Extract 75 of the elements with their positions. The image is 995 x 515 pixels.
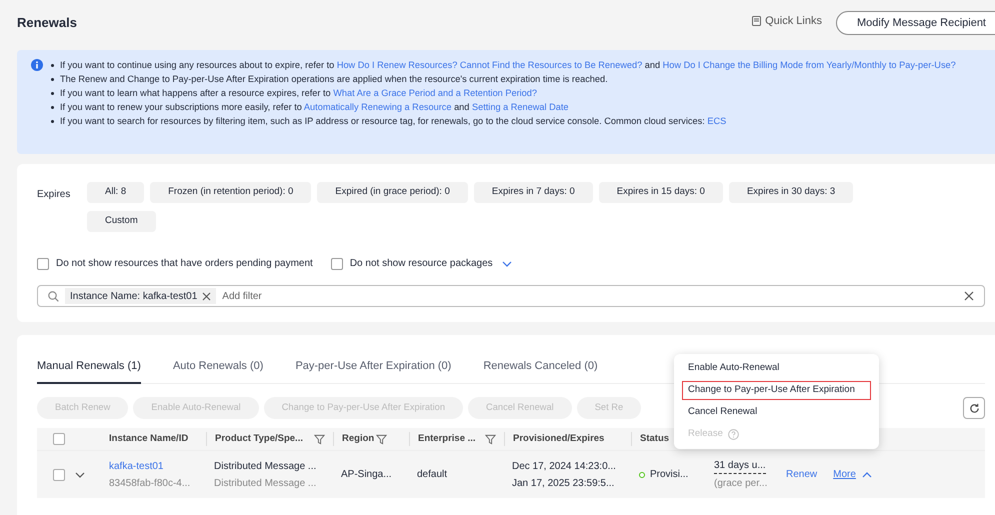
instance-id: 83458fab-f80c-4... bbox=[109, 476, 192, 490]
filter-icon bbox=[314, 434, 325, 444]
tab[interactable]: Auto Renewals (0) bbox=[172, 351, 264, 384]
filter-chip[interactable]: Custom bbox=[87, 211, 156, 232]
filter-chip[interactable]: Frozen (in retention period): 0 bbox=[150, 182, 312, 203]
region-cell-text: AP-Singa... bbox=[341, 468, 393, 482]
page-title: Renewals bbox=[17, 14, 77, 32]
column-header: Provisioned/Expires bbox=[513, 432, 604, 446]
refresh-button[interactable] bbox=[963, 397, 985, 419]
menu-item[interactable]: Cancel Renewal bbox=[682, 403, 871, 422]
column-header: Enterprise ... bbox=[418, 432, 476, 446]
expiry-date: Jan 17, 2025 23:59:5... bbox=[512, 476, 616, 490]
column-header: Status bbox=[640, 432, 670, 446]
notice-text: If you want to learn what happens after a resource expires, refer to What Are a Grace Period and a Retention Period? bbox=[60, 87, 538, 100]
notice-text: The Renew and Change to Pay-per-Use After Expiration operations are applied when the resource's current expiration time is reached. bbox=[60, 73, 608, 86]
filter-chip[interactable]: Expired (in grace period): 0 bbox=[317, 182, 468, 203]
bullet-icon bbox=[51, 92, 54, 95]
filter-icon bbox=[376, 434, 387, 444]
menu-item[interactable]: Change to Pay-per-Use After Expiration bbox=[682, 381, 871, 400]
product-type: Distributed Message ... bbox=[214, 460, 318, 474]
help-link[interactable]: Setting a Renewal Date bbox=[472, 102, 568, 112]
notice-text: If you want to search for resources by filtering item, such as IP address or resource tag, for renewals, go to the cloud service console. Common cloud services: ECS bbox=[60, 115, 726, 128]
provisioned-date: Dec 17, 2024 14:23:0... bbox=[512, 460, 617, 474]
help-link[interactable]: ECS bbox=[707, 116, 726, 126]
filter-icon bbox=[485, 434, 496, 444]
menu-item[interactable]: Enable Auto-Renewal bbox=[682, 359, 871, 378]
close-icon bbox=[202, 292, 212, 300]
renew-link[interactable]: Renew bbox=[786, 467, 818, 482]
option-label: Do not show resources that have orders pending payment bbox=[56, 257, 313, 271]
checkbox[interactable] bbox=[53, 433, 65, 445]
search-field[interactable]: Instance Name: kafka-test01 Add filter bbox=[37, 285, 985, 307]
quick-links-link[interactable]: Quick Links bbox=[752, 12, 822, 30]
column-header: Instance Name/ID bbox=[109, 432, 188, 446]
filter-chip[interactable]: All: 8 bbox=[87, 182, 144, 203]
instance-link[interactable]: kafka-test01 bbox=[109, 458, 206, 474]
clear-icon bbox=[964, 291, 974, 301]
checkbox[interactable] bbox=[330, 258, 343, 270]
help-link[interactable]: How Do I Change the Billing Mode from Yearly/Monthly to Pay-per-Use? bbox=[662, 60, 956, 70]
remaining-time: 31 days u... bbox=[714, 458, 766, 474]
more-link[interactable]: More bbox=[833, 467, 856, 482]
help-link[interactable]: What Are a Grace Period and a Retention Period? bbox=[333, 88, 538, 98]
remaining-note: (grace per... bbox=[714, 477, 768, 491]
tab[interactable]: Renewals Canceled (0) bbox=[483, 351, 598, 384]
refresh-icon bbox=[968, 402, 980, 414]
filter-label: Expires bbox=[37, 188, 69, 202]
bullet-icon bbox=[51, 64, 54, 67]
bullet-icon bbox=[51, 120, 54, 123]
option-label: Do not show resource packages bbox=[350, 257, 493, 271]
filter-chip[interactable]: Expires in 30 days: 3 bbox=[728, 182, 854, 203]
notice-text: If you want to continue using any resources about to expire, refer to How Do I Renew Resources? Cannot Find the Resources to Be Renewed? and How Do I Change the Billing Mode from Yearly/Monthly to Pay-per-Use? bbox=[60, 59, 956, 72]
checkbox[interactable] bbox=[37, 258, 49, 270]
search-icon bbox=[48, 290, 59, 302]
column-header: Region bbox=[342, 432, 374, 446]
document-icon bbox=[752, 16, 762, 26]
help-link[interactable]: Automatically Renewing a Resource bbox=[304, 102, 452, 112]
bullet-icon bbox=[51, 78, 54, 81]
help-link[interactable]: How Do I Renew Resources? Cannot Find the Resources to Be Renewed? bbox=[336, 60, 642, 70]
column-header: Product Type/Spe... bbox=[215, 432, 303, 446]
checkbox[interactable] bbox=[53, 468, 65, 480]
filter-tag[interactable]: Instance Name: kafka-test01 bbox=[65, 288, 216, 304]
filter-chip[interactable]: Expires in 7 days: 0 bbox=[474, 182, 593, 203]
bullet-icon bbox=[51, 106, 54, 109]
chevron-up-icon bbox=[862, 472, 872, 478]
info-icon bbox=[31, 59, 43, 71]
notice-text: If you want to renew your subscriptions more easily, refer to Automatically Renewing a Resource and Setting a Renewal Date bbox=[60, 101, 568, 114]
help-icon bbox=[728, 429, 739, 440]
modify-recipient-button[interactable]: Modify Message Recipient bbox=[836, 11, 995, 35]
enterprise-cell-text: default bbox=[417, 468, 448, 482]
status-text: Provisi... bbox=[650, 468, 688, 482]
tab[interactable]: Manual Renewals (1) bbox=[37, 351, 141, 384]
product-spec: Distributed Message ... bbox=[214, 476, 318, 490]
expand-button[interactable] bbox=[75, 472, 85, 478]
filter-chip[interactable]: Expires in 15 days: 0 bbox=[598, 182, 723, 203]
chevron-down-icon bbox=[502, 260, 512, 266]
tab[interactable]: Pay-per-Use After Expiration (0) bbox=[295, 351, 452, 384]
